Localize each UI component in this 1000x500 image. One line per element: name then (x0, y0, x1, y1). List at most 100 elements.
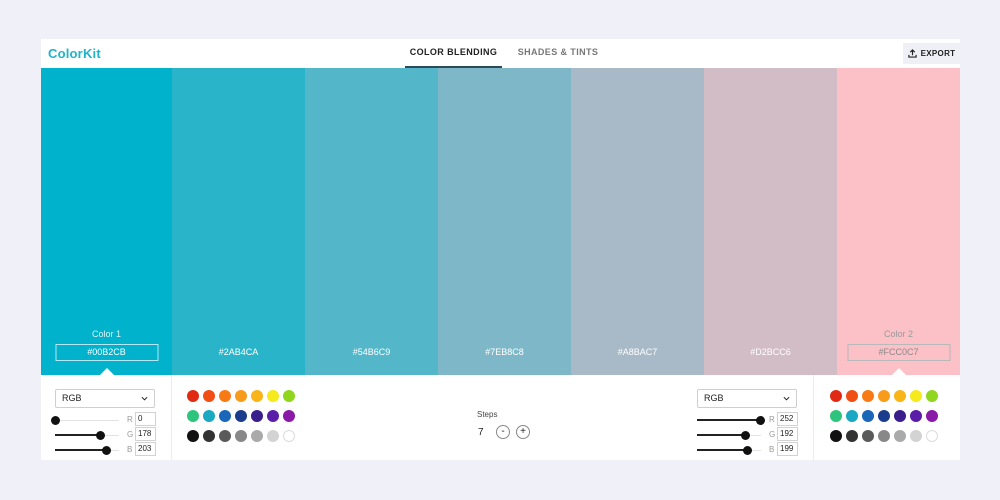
app-logo[interactable]: ColorKit (48, 46, 101, 61)
palette-color-dot[interactable] (283, 390, 295, 402)
palette-color-dot[interactable] (894, 430, 906, 442)
palette-color-dot[interactable] (219, 410, 231, 422)
colorkit-app: ColorKit COLOR BLENDING SHADES & TINTS E… (41, 39, 960, 460)
steps-increment-button[interactable]: + (516, 425, 530, 439)
color2-mode-value: RGB (704, 393, 724, 403)
palette-color-dot[interactable] (267, 390, 279, 402)
palette-color-dot[interactable] (235, 410, 247, 422)
palette-color-dot[interactable] (203, 410, 215, 422)
color1-mode-select[interactable]: RGB (55, 389, 155, 408)
palette-color-dot[interactable] (235, 430, 247, 442)
palette-color-dot[interactable] (267, 430, 279, 442)
color-swatch[interactable]: #A8BAC7 (571, 68, 704, 375)
slider-fill (55, 434, 100, 436)
palette-color-dot[interactable] (187, 410, 199, 422)
palette-color-dot[interactable] (203, 390, 215, 402)
palette-color-dot[interactable] (878, 390, 890, 402)
slider-fill (697, 449, 747, 451)
palette-color-dot[interactable] (862, 390, 874, 402)
palette-color-dot[interactable] (910, 410, 922, 422)
color-swatch[interactable]: #54B6C9 (305, 68, 438, 375)
swatch-hex: #D2BCC6 (750, 347, 791, 357)
palette-color-dot[interactable] (830, 390, 842, 402)
steps-value: 7 (478, 427, 484, 438)
channel-letter: G (769, 430, 776, 439)
palette-color-dot[interactable] (846, 430, 858, 442)
export-button[interactable]: EXPORT (903, 43, 960, 64)
steps-label: Steps (477, 410, 498, 419)
divider (171, 375, 172, 460)
swatch-hex: #7EB8C8 (485, 347, 524, 357)
palette-color-dot[interactable] (235, 390, 247, 402)
palette-color-dot[interactable] (926, 430, 938, 442)
slider-thumb[interactable] (96, 431, 105, 440)
palette-color-dot[interactable] (894, 390, 906, 402)
palette-color-dot[interactable] (910, 390, 922, 402)
palette-color-dot[interactable] (267, 410, 279, 422)
divider (813, 375, 814, 460)
color2-mode-select[interactable]: RGB (697, 389, 797, 408)
palette-color-dot[interactable] (283, 410, 295, 422)
swatch-hex-input[interactable]: #FCC0C7 (847, 344, 950, 361)
channel-value-input[interactable]: 203 (135, 442, 156, 456)
tab-color-blending[interactable]: COLOR BLENDING (405, 39, 502, 68)
slider-thumb[interactable] (756, 416, 765, 425)
palette-color-dot[interactable] (862, 410, 874, 422)
palette-color-dot[interactable] (894, 410, 906, 422)
swatch-hex: #54B6C9 (352, 347, 391, 357)
chevron-down-icon (783, 396, 790, 401)
swatch-hex: #A8BAC7 (617, 347, 658, 357)
palette-color-dot[interactable] (251, 430, 263, 442)
channel-letter: B (769, 445, 775, 454)
color-swatch[interactable]: Color 1 #00B2CB (41, 68, 172, 375)
swatch-hex: #2AB4CA (218, 347, 259, 357)
steps-decrement-button[interactable]: - (496, 425, 510, 439)
palette-color-dot[interactable] (846, 390, 858, 402)
palette-color-dot[interactable] (878, 410, 890, 422)
channel-value-input[interactable]: 178 (135, 427, 156, 441)
palette-color-dot[interactable] (862, 430, 874, 442)
slider-fill (697, 419, 760, 421)
swatch-hex-input[interactable]: #00B2CB (55, 344, 158, 361)
selected-pointer (891, 368, 906, 375)
slider-thumb[interactable] (102, 446, 111, 455)
channel-value-input[interactable]: 199 (777, 442, 798, 456)
selected-pointer (99, 368, 114, 375)
palette-color-dot[interactable] (926, 410, 938, 422)
slider-thumb[interactable] (741, 431, 750, 440)
slider-thumb[interactable] (51, 416, 60, 425)
swatch-label: Color 1 (91, 329, 121, 339)
color-swatch[interactable]: #7EB8C8 (438, 68, 571, 375)
tab-shades-tints[interactable]: SHADES & TINTS (508, 39, 608, 68)
palette-color-dot[interactable] (830, 410, 842, 422)
color-swatch[interactable]: #D2BCC6 (704, 68, 837, 375)
palette-color-dot[interactable] (219, 430, 231, 442)
palette-color-dot[interactable] (251, 410, 263, 422)
slider-fill (697, 434, 745, 436)
palette-color-dot[interactable] (283, 430, 295, 442)
channel-value-input[interactable]: 0 (135, 412, 156, 426)
channel-letter: G (127, 430, 134, 439)
palette-color-dot[interactable] (830, 430, 842, 442)
palette-color-dot[interactable] (187, 430, 199, 442)
palette-color-dot[interactable] (187, 390, 199, 402)
upload-icon (907, 49, 917, 58)
color-swatch[interactable]: Color 2 #FCC0C7 (837, 68, 960, 375)
palette-color-dot[interactable] (878, 430, 890, 442)
controls-panel: RGB R 0 G 178 B 203 Steps 7 - + RGB R 252 G 192 B… (41, 375, 960, 460)
palette-color-dot[interactable] (926, 390, 938, 402)
palette-color-dot[interactable] (219, 390, 231, 402)
channel-value-input[interactable]: 192 (777, 427, 798, 441)
swatch-label: Color 2 (883, 329, 913, 339)
palette-color-dot[interactable] (203, 430, 215, 442)
palette-color-dot[interactable] (251, 390, 263, 402)
channel-letter: R (769, 415, 775, 424)
palette-color-dot[interactable] (910, 430, 922, 442)
slider-thumb[interactable] (743, 446, 752, 455)
color-swatch[interactable]: #2AB4CA (172, 68, 305, 375)
color-swatch-strip: Color 1 #00B2CB #2AB4CA #54B6C9 #7EB8C8 #A8BA… (41, 68, 960, 375)
chevron-down-icon (141, 396, 148, 401)
channel-value-input[interactable]: 252 (777, 412, 798, 426)
palette-color-dot[interactable] (846, 410, 858, 422)
slider-track[interactable] (55, 420, 119, 421)
